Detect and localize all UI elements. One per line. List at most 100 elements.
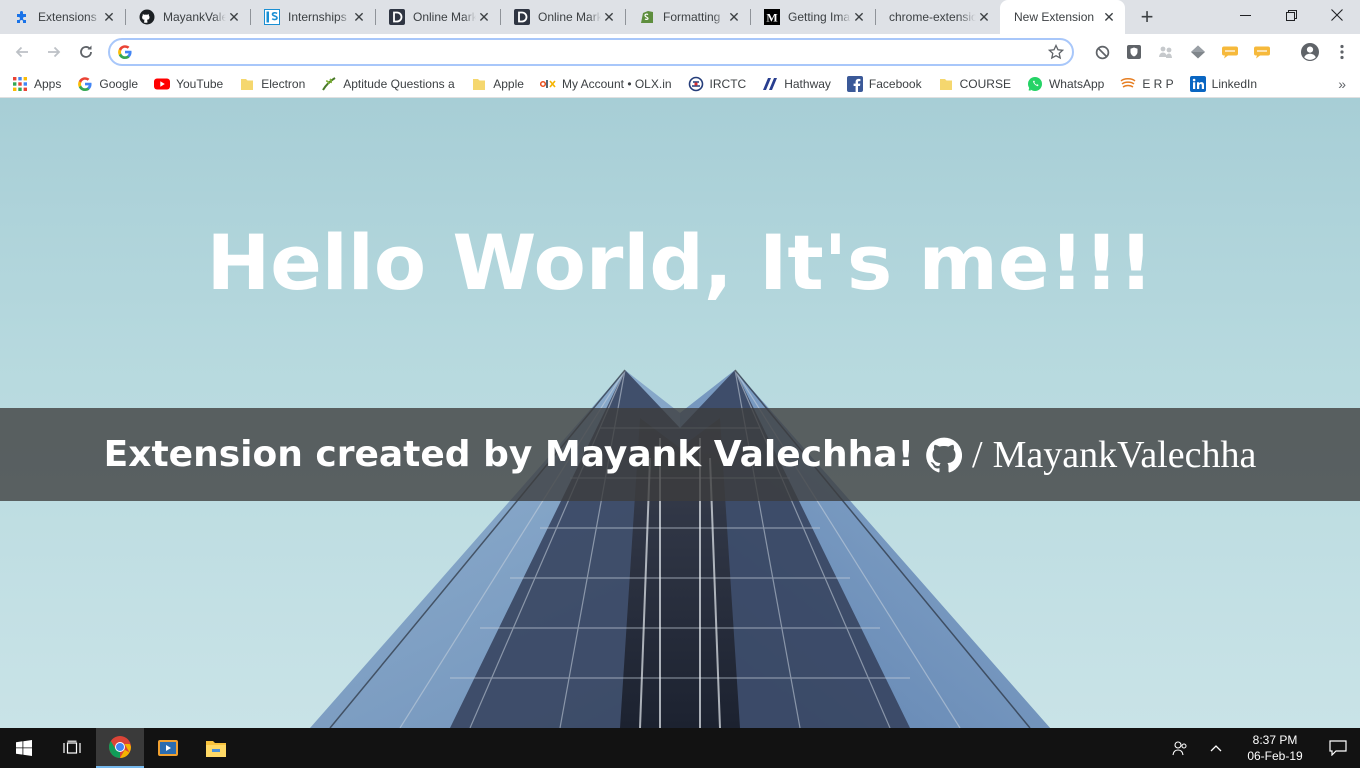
aptitude-icon xyxy=(321,76,337,92)
bookmark-label: IRCTC xyxy=(709,76,747,91)
layers-icon[interactable] xyxy=(1182,38,1214,66)
bookmark-google[interactable]: Google xyxy=(77,70,138,98)
tab-github[interactable]: MayankValechha ✕ xyxy=(125,0,250,34)
bookmark-erp[interactable]: E R P xyxy=(1120,70,1174,98)
bookmark-label: LinkedIn xyxy=(1211,76,1258,91)
close-icon[interactable]: ✕ xyxy=(476,9,492,25)
close-icon[interactable]: ✕ xyxy=(226,9,242,25)
bookmark-electron[interactable]: Electron xyxy=(239,70,305,98)
chat-bubble-icon[interactable] xyxy=(1246,38,1278,66)
hathway-icon xyxy=(762,76,778,92)
address-input[interactable] xyxy=(140,44,1048,60)
close-icon[interactable]: ✕ xyxy=(976,9,992,25)
bookmark-olx[interactable]: My Account • OLX.in xyxy=(539,70,672,98)
bookmark-label: WhatsApp xyxy=(1048,76,1105,91)
forward-button[interactable] xyxy=(38,36,70,68)
back-button[interactable] xyxy=(6,36,38,68)
github-icon[interactable] xyxy=(926,437,962,473)
bookmark-youtube[interactable]: YouTube xyxy=(154,70,223,98)
arrow-left-icon xyxy=(15,46,28,58)
bookmark-apps[interactable]: Apps xyxy=(12,70,61,98)
close-window-button[interactable] xyxy=(1314,0,1360,30)
bookmark-whatsapp[interactable]: WhatsApp xyxy=(1027,70,1104,98)
people-icon[interactable] xyxy=(1162,728,1198,768)
bookmark-aptitude[interactable]: Aptitude Questions a xyxy=(321,70,455,98)
credit-banner: Extension created by Mayank Valechha! / … xyxy=(0,408,1360,501)
close-icon[interactable]: ✕ xyxy=(851,9,867,25)
windows-taskbar: 8:37 PM 06-Feb-19 xyxy=(0,728,1360,768)
bookmark-label: My Account • OLX.in xyxy=(561,76,672,91)
d-logo-icon xyxy=(389,9,405,25)
medium-icon: M xyxy=(764,9,780,25)
close-icon[interactable]: ✕ xyxy=(1101,9,1117,25)
chat-bubble-icon[interactable] xyxy=(1214,38,1246,66)
tab-strip: Extensions ✕ MayankValechha ✕ Internship… xyxy=(0,0,1360,34)
restore-button[interactable] xyxy=(1268,0,1314,30)
linkedin-icon xyxy=(1189,75,1206,92)
facebook-icon xyxy=(846,75,863,92)
tab-title: chrome-extension xyxy=(889,10,976,24)
apps-grid-icon xyxy=(12,76,28,92)
tab-title: Online Marketing xyxy=(413,10,476,24)
clock-time: 8:37 PM xyxy=(1252,733,1298,747)
irctc-icon xyxy=(688,76,704,92)
bookmark-apple[interactable]: Apple xyxy=(471,70,524,98)
svg-text:M: M xyxy=(766,11,777,25)
address-bar[interactable] xyxy=(108,38,1074,66)
tab-online-marketing-2[interactable]: Online Marketing ✕ xyxy=(500,0,625,34)
olx-icon xyxy=(539,76,556,92)
kebab-menu-icon[interactable] xyxy=(1326,38,1358,66)
close-icon[interactable]: ✕ xyxy=(601,9,617,25)
github-handle-link[interactable]: MayankValechha xyxy=(993,433,1257,477)
tab-title: Internships xyxy=(288,10,347,24)
people-icon[interactable] xyxy=(1150,38,1182,66)
new-tab-button[interactable]: + xyxy=(1133,3,1161,31)
chevron-up-icon[interactable] xyxy=(1198,728,1234,768)
close-icon[interactable]: ✕ xyxy=(101,9,117,25)
media-player-icon[interactable] xyxy=(144,728,192,768)
tab-getting-images[interactable]: M Getting Images ✕ xyxy=(750,0,875,34)
bookmark-label: Apps xyxy=(34,76,62,91)
internshala-icon xyxy=(264,9,280,25)
google-icon xyxy=(77,76,93,92)
bookmark-label: Aptitude Questions a xyxy=(343,76,455,91)
notification-icon[interactable] xyxy=(1316,728,1360,768)
windows-start-icon[interactable] xyxy=(0,728,48,768)
bookmark-label: Electron xyxy=(261,76,306,91)
chrome-taskbar-icon[interactable] xyxy=(96,728,144,768)
bookmark-irctc[interactable]: IRCTC xyxy=(688,70,747,98)
youtube-icon xyxy=(154,76,171,92)
file-explorer-icon[interactable] xyxy=(192,728,240,768)
tab-title: Online Marketing xyxy=(538,10,601,24)
system-clock[interactable]: 8:37 PM 06-Feb-19 xyxy=(1238,732,1312,764)
bookmark-linkedin[interactable]: LinkedIn xyxy=(1189,70,1258,98)
bookmark-facebook[interactable]: Facebook xyxy=(846,70,922,98)
tab-chrome-extension[interactable]: chrome-extension ✕ xyxy=(875,0,1000,34)
page-heading: Hello World, It's me!!! xyxy=(206,218,1154,307)
tab-internships[interactable]: Internships ✕ xyxy=(250,0,375,34)
chevron-double-right-icon[interactable]: » xyxy=(1338,76,1346,92)
tab-formatting[interactable]: Formatting ✕ xyxy=(625,0,750,34)
tab-title: New Extension xyxy=(1014,10,1095,24)
tab-extensions[interactable]: Extensions ✕ xyxy=(0,0,125,34)
shield-icon[interactable] xyxy=(1118,38,1150,66)
d-logo-icon xyxy=(514,9,530,25)
star-icon[interactable] xyxy=(1048,44,1064,60)
bookmark-label: YouTube xyxy=(176,76,224,91)
folder-icon xyxy=(239,76,255,92)
minimize-button[interactable] xyxy=(1222,0,1268,30)
close-icon[interactable]: ✕ xyxy=(351,9,367,25)
reload-button[interactable] xyxy=(70,36,102,68)
bookmark-course[interactable]: COURSE xyxy=(938,70,1011,98)
bookmark-hathway[interactable]: Hathway xyxy=(762,70,831,98)
task-view-icon[interactable] xyxy=(48,728,96,768)
tab-online-marketing-1[interactable]: Online Marketing ✕ xyxy=(375,0,500,34)
tab-new-extension[interactable]: New Extension ✕ xyxy=(1000,0,1125,34)
tab-title: Getting Images xyxy=(788,10,851,24)
window-controls xyxy=(1222,0,1360,30)
block-icon[interactable] xyxy=(1086,38,1118,66)
close-icon[interactable]: ✕ xyxy=(726,9,742,25)
profile-avatar-icon[interactable] xyxy=(1294,38,1326,66)
bookmark-label: COURSE xyxy=(959,76,1011,91)
bookmark-label: Apple xyxy=(493,76,524,91)
